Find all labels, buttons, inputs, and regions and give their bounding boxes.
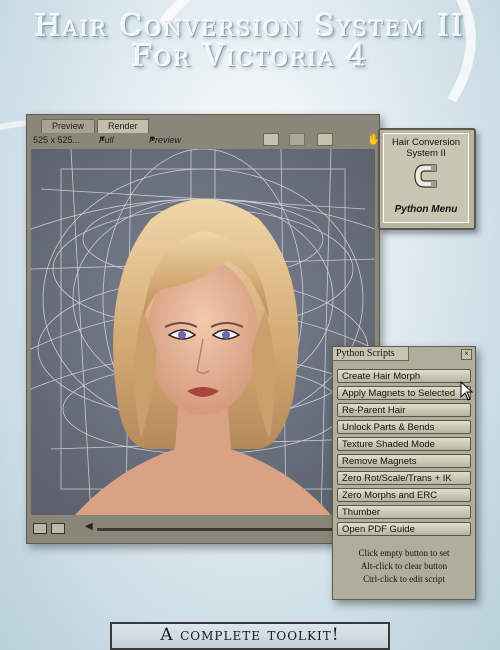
magnet-icon [414, 164, 437, 188]
re-parent-hair-button[interactable]: Re-Parent Hair [337, 403, 471, 417]
tab-render[interactable]: Render [97, 119, 149, 133]
window-bottom-bar: ◀ [27, 517, 379, 543]
apply-magnets-button[interactable]: Apply Magnets to Selected [337, 386, 471, 400]
zero-rot-scale-trans-button[interactable]: Zero Rot/Scale/Trans + IK [337, 471, 471, 485]
tab-preview[interactable]: Preview [41, 119, 96, 133]
render-icon[interactable] [263, 133, 279, 146]
python-scripts-palette: Python Scripts × Create Hair Morph Apply… [332, 346, 476, 600]
document-window: Preview Render 525 x 525... ▼ Full ▼ Pre… [26, 114, 381, 544]
window-tabs: Preview Render [41, 119, 151, 133]
badge-title: Hair Conversion System II [391, 137, 461, 159]
render-settings-icon[interactable] [317, 133, 333, 146]
script-button-list: Create Hair Morph Apply Magnets to Selec… [337, 369, 471, 539]
slider-left-arrow-icon[interactable]: ◀ [85, 521, 93, 532]
toolkit-banner: A complete toolkit! [110, 622, 390, 650]
compare-icon[interactable] [289, 133, 305, 146]
texture-shaded-mode-button[interactable]: Texture Shaded Mode [337, 437, 471, 451]
unlock-parts-button[interactable]: Unlock Parts & Bends [337, 420, 471, 434]
remove-magnets-button[interactable]: Remove Magnets [337, 454, 471, 468]
python-menu-badge[interactable]: Hair Conversion System II Python Menu [378, 128, 476, 230]
mouse-cursor-icon [460, 381, 474, 401]
render-toolbar: 525 x 525... ▼ Full ▼ Preview ✋ [27, 133, 381, 147]
render-size-label[interactable]: 525 x 525... [33, 133, 80, 147]
render-image [31, 149, 375, 515]
timeline-slider[interactable] [97, 528, 357, 531]
title-line-1: Hair Conversion System II [34, 9, 466, 44]
zero-morphs-button[interactable]: Zero Morphs and ERC [337, 488, 471, 502]
title-line-2: For Victoria 4 [131, 39, 369, 74]
python-menu-label: Python Menu [394, 204, 458, 215]
render-viewport[interactable] [31, 149, 375, 515]
open-pdf-guide-button[interactable]: Open PDF Guide [337, 522, 471, 536]
quality-dropdown[interactable]: ▼ Full [99, 133, 114, 147]
close-icon[interactable]: × [461, 349, 472, 360]
view-icon[interactable] [33, 523, 47, 534]
dropdown-arrow-icon: ▼ [149, 136, 156, 143]
palette-title: Python Scripts [333, 347, 409, 361]
palette-header: Python Scripts × [333, 347, 475, 361]
create-hair-morph-button[interactable]: Create Hair Morph [337, 369, 471, 383]
thumber-button[interactable]: Thumber [337, 505, 471, 519]
badge-panel: Hair Conversion System II Python Menu [383, 133, 469, 223]
dropdown-arrow-icon: ▼ [99, 136, 106, 143]
mode-dropdown[interactable]: ▼ Preview [149, 133, 181, 147]
palette-help-text: Click empty button to set Alt-click to c… [358, 548, 450, 584]
view-icon[interactable] [51, 523, 65, 534]
